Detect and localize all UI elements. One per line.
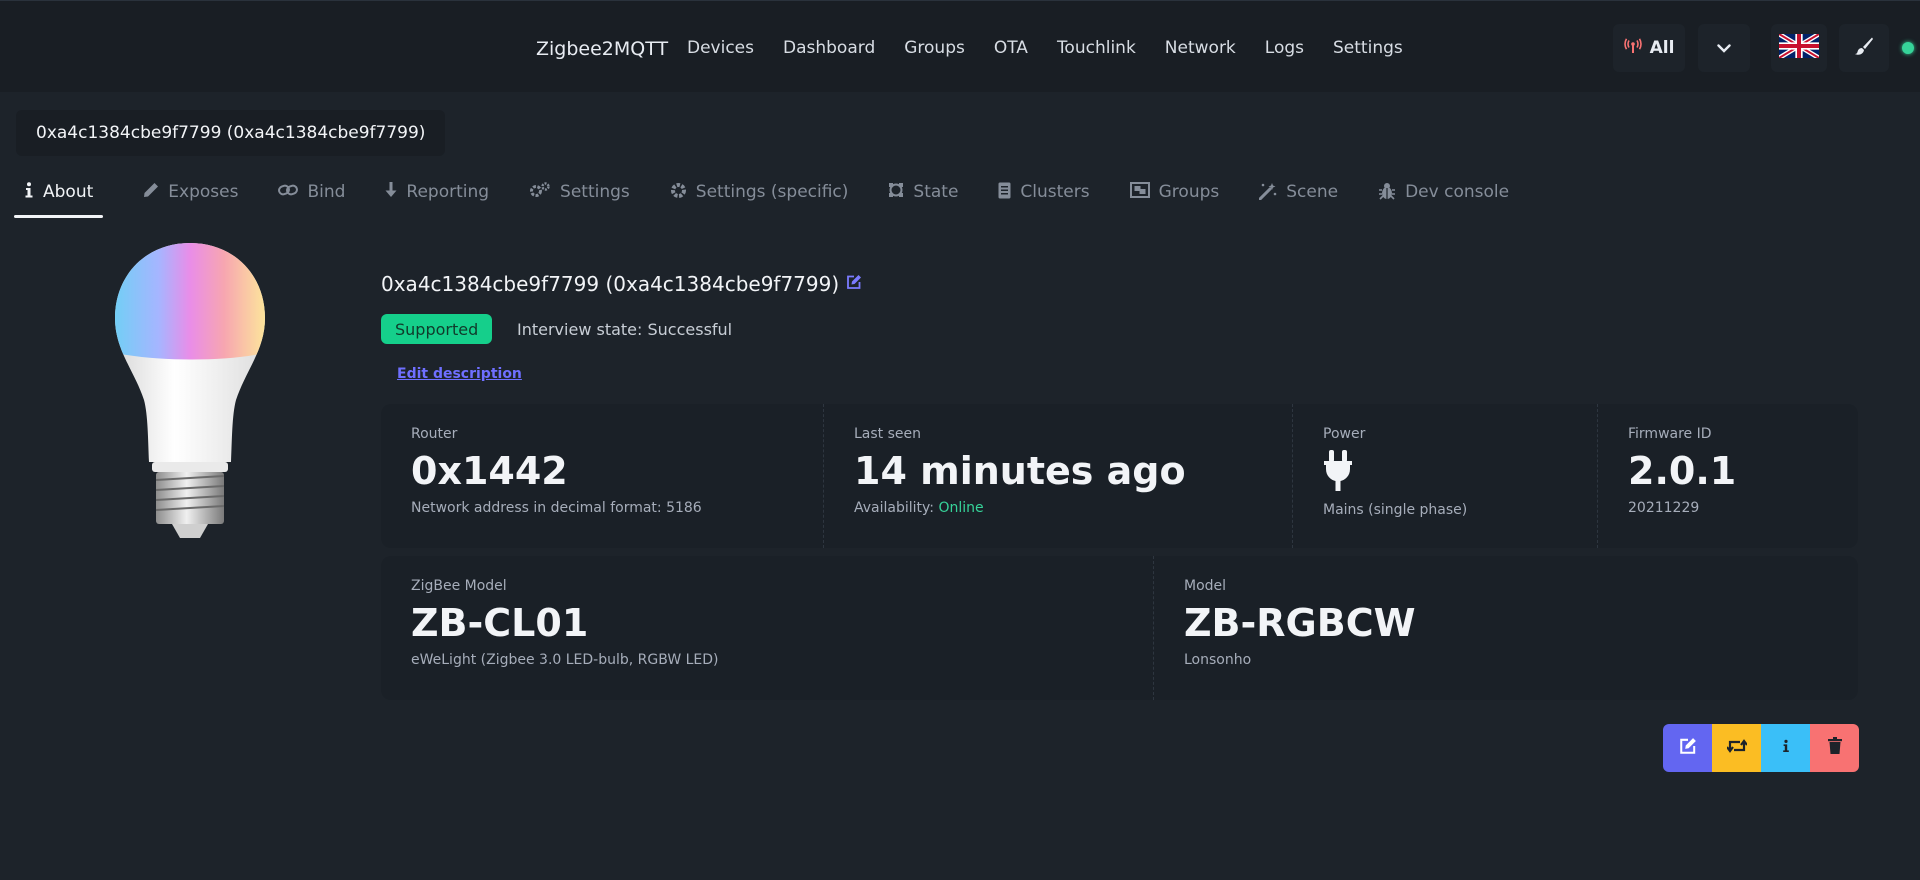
stat-title: Model [1184,578,1227,594]
tab-clusters[interactable]: Clusters [998,176,1090,218]
tab-exposes-label: Exposes [168,182,239,202]
supported-badge: Supported [381,314,493,344]
tab-reporting[interactable]: Reporting [385,176,489,218]
link-icon [278,182,299,201]
tab-settings[interactable]: Settings [529,176,630,218]
plug-icon [1323,450,1567,496]
stat-value: ZB-RGBCW [1184,601,1416,645]
nav-link-network[interactable]: Network [1165,38,1236,58]
info-icon [1782,738,1790,759]
gears-icon [529,182,551,202]
chevron-down-icon [1717,38,1731,58]
tab-clusters-label: Clusters [1020,182,1090,202]
stat-power: Power Mains (single phase) [1292,404,1597,548]
tab-settings-specific[interactable]: Settings (specific) [670,176,849,218]
groups-icon [1129,182,1150,202]
device-actions [1663,724,1859,772]
stat-zigbee-model: ZigBee Model ZB-CL01 eWeLight (Zigbee 3.… [381,556,1153,700]
device-title-tab[interactable]: 0xa4c1384cbe9f7799 (0xa4c1384cbe9f7799) [16,110,446,156]
filter-all-button[interactable]: All [1613,24,1685,72]
tab-reporting-label: Reporting [406,182,490,202]
download-arrow-icon [385,182,397,202]
state-icon [888,182,904,202]
tab-bind-label: Bind [307,182,346,202]
filter-all-label: All [1649,38,1675,58]
top-navbar: Zigbee2MQTT Devices Dashboard Groups OTA… [0,0,1920,92]
tab-groups[interactable]: Groups [1129,176,1220,218]
device-image [112,240,268,545]
magic-wand-icon [1258,182,1277,204]
remove-device-button[interactable] [1810,724,1859,772]
tab-bind[interactable]: Bind [278,176,345,218]
device-name-heading: 0xa4c1384cbe9f7799 (0xa4c1384cbe9f7799) [381,272,840,296]
nav-link-settings[interactable]: Settings [1333,38,1403,58]
device-stats-model: ZigBee Model ZB-CL01 eWeLight (Zigbee 3.… [381,556,1858,700]
tab-dev-console[interactable]: Dev console [1378,176,1509,218]
nav-link-devices[interactable]: Devices [687,38,754,58]
nav-link-groups[interactable]: Groups [904,38,965,58]
tab-about[interactable]: About [14,176,104,218]
tab-exposes[interactable]: Exposes [143,176,238,218]
pencil-icon [143,182,159,202]
tab-groups-label: Groups [1158,182,1220,202]
stat-desc: Network address in decimal format: 5186 [411,500,702,516]
info-icon [24,182,34,202]
tab-scene[interactable]: Scene [1258,176,1339,218]
stat-last-seen: Last seen 14 minutes ago Availability: O… [823,404,1292,548]
antenna-icon [1623,38,1642,58]
reconfigure-button[interactable] [1712,724,1761,772]
device-subtabs: About Exposes Bind Reporting Settings Se… [14,176,1549,218]
availability-value: Online [938,500,984,516]
uk-flag-icon [1777,31,1821,63]
stat-desc: Mains (single phase) [1323,502,1468,518]
stat-title: Power [1323,426,1366,442]
nav-link-logs[interactable]: Logs [1265,38,1304,58]
theme-button[interactable] [1839,24,1889,72]
trash-icon [1827,737,1842,759]
tab-scene-label: Scene [1286,182,1339,202]
tab-dev-console-label: Dev console [1405,182,1510,202]
clusters-icon [998,182,1011,203]
bug-icon [1378,182,1396,204]
stat-desc: Availability: Online [854,500,1262,516]
tab-settings-specific-label: Settings (specific) [695,182,849,202]
edit-icon [1679,737,1697,760]
language-button[interactable] [1771,24,1827,72]
stat-value: 2.0.1 [1628,449,1737,493]
nav-link-touchlink[interactable]: Touchlink [1057,38,1136,58]
stat-desc: eWeLight (Zigbee 3.0 LED-bulb, RGBW LED) [411,652,719,668]
stat-value: 0x1442 [411,449,568,493]
edit-description-link[interactable]: Edit description [397,366,522,382]
nav-link-dashboard[interactable]: Dashboard [783,38,875,58]
connection-status-dot [1902,42,1914,54]
stat-desc: 20211229 [1628,500,1700,516]
edit-name-icon[interactable] [846,274,862,294]
brand-link[interactable]: Zigbee2MQTT [536,38,668,60]
stat-title: Last seen [854,426,922,442]
paint-brush-icon [1854,36,1874,61]
stat-value: ZB-CL01 [411,601,589,645]
stat-value: 14 minutes ago [854,449,1186,493]
device-stats-primary: Router 0x1442 Network address in decimal… [381,404,1858,548]
stat-title: Router [411,426,458,442]
interview-button[interactable] [1761,724,1810,772]
filter-dropdown-button[interactable] [1698,24,1750,72]
nav-link-ota[interactable]: OTA [994,38,1028,58]
tab-about-label: About [43,182,94,202]
stat-firmware: Firmware ID 2.0.1 20211229 [1597,404,1858,548]
availability-label: Availability: [854,500,939,516]
retweet-icon [1725,738,1748,759]
interview-state-text: Interview state: Successful [517,320,733,339]
edit-device-button[interactable] [1663,724,1712,772]
tab-settings-label: Settings [560,182,630,202]
stat-model: Model ZB-RGBCW Lonsonho [1153,556,1858,700]
stat-router: Router 0x1442 Network address in decimal… [381,404,823,548]
stat-title: Firmware ID [1628,426,1712,442]
stat-desc: Lonsonho [1184,652,1252,668]
gear-icon [670,182,687,203]
stat-title: ZigBee Model [411,578,507,594]
nav-links: Devices Dashboard Groups OTA Touchlink N… [687,38,1432,58]
tab-state[interactable]: State [888,176,958,218]
tab-state-label: State [913,182,959,202]
